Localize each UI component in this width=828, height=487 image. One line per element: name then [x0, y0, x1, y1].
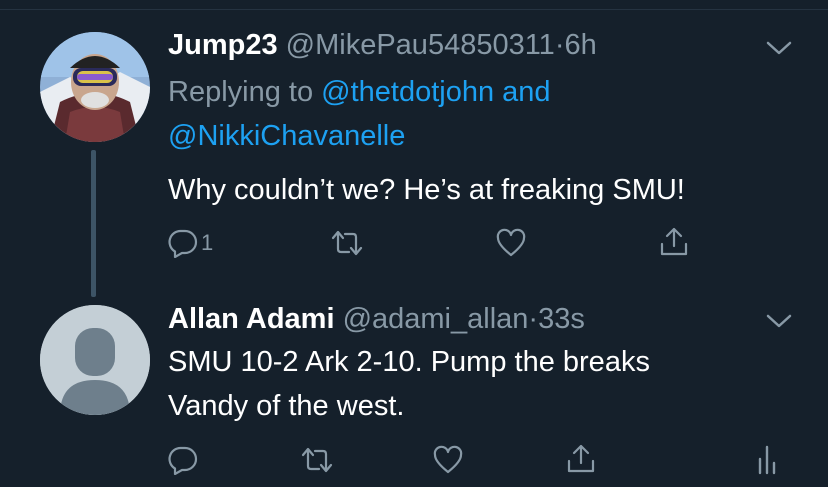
analytics-icon [758, 445, 776, 475]
user-handle[interactable]: @adami_allan [343, 303, 529, 335]
retweet-button[interactable] [300, 445, 334, 475]
analytics-button[interactable] [756, 443, 782, 475]
avatar-jump23[interactable] [40, 32, 150, 142]
separator-dot: · [528, 303, 539, 335]
reply-icon [168, 229, 198, 258]
replying-prefix: Replying to [168, 76, 314, 108]
replying-to-line2: @NikkiChavanelle [168, 116, 405, 157]
timestamp[interactable]: 33s [538, 303, 585, 335]
like-button[interactable] [433, 445, 463, 475]
mention-link[interactable]: @NikkiChavanelle [168, 120, 405, 152]
and-word: and [502, 76, 551, 108]
share-icon [567, 444, 595, 473]
tweet-text: Why couldn’t we? He’s at freaking SMU! [168, 174, 685, 206]
reply-count: 1 [201, 230, 214, 255]
replying-to: Replying to @thetdotjohn and [168, 72, 551, 113]
avatar-allan-adami[interactable] [40, 305, 150, 415]
retweet-icon [301, 447, 333, 473]
default-avatar-icon [40, 305, 150, 415]
tweet-text-line1: SMU 10-2 Ark 2-10. Pump the breaks [168, 346, 650, 378]
mention-link[interactable]: @thetdotjohn [321, 76, 494, 108]
display-name[interactable]: Allan Adami [168, 303, 335, 335]
thread-connector [91, 150, 96, 297]
share-icon [660, 227, 688, 256]
tweet-jump23[interactable]: Jump23 @MikePau54850311·6h Replying to @… [0, 0, 828, 300]
tweet-text-line2: Vandy of the west. [168, 390, 405, 422]
retweet-icon [331, 230, 363, 256]
chevron-down-icon[interactable] [765, 34, 793, 62]
chevron-down-icon[interactable] [765, 307, 793, 335]
like-icon [433, 445, 463, 474]
like-icon [496, 228, 526, 257]
tweet-allan-adami[interactable]: Allan Adami @adami_allan·33s SMU 10-2 Ar… [0, 295, 828, 487]
display-name[interactable]: Jump23 [168, 29, 278, 61]
reply-button[interactable]: 1 [168, 228, 213, 258]
separator-dot: · [554, 29, 565, 61]
reply-button[interactable] [168, 445, 198, 475]
share-button[interactable] [566, 443, 596, 475]
share-button[interactable] [659, 226, 689, 258]
retweet-button[interactable] [330, 228, 364, 258]
tweet-header: Allan Adami @adami_allan·33s [168, 302, 585, 336]
reply-icon [168, 446, 198, 475]
tweet-header: Jump23 @MikePau54850311·6h [168, 28, 597, 62]
avatar-photo [40, 32, 150, 142]
timestamp[interactable]: 6h [565, 29, 597, 61]
like-button[interactable] [496, 228, 526, 258]
user-handle[interactable]: @MikePau54850311 [286, 29, 555, 61]
